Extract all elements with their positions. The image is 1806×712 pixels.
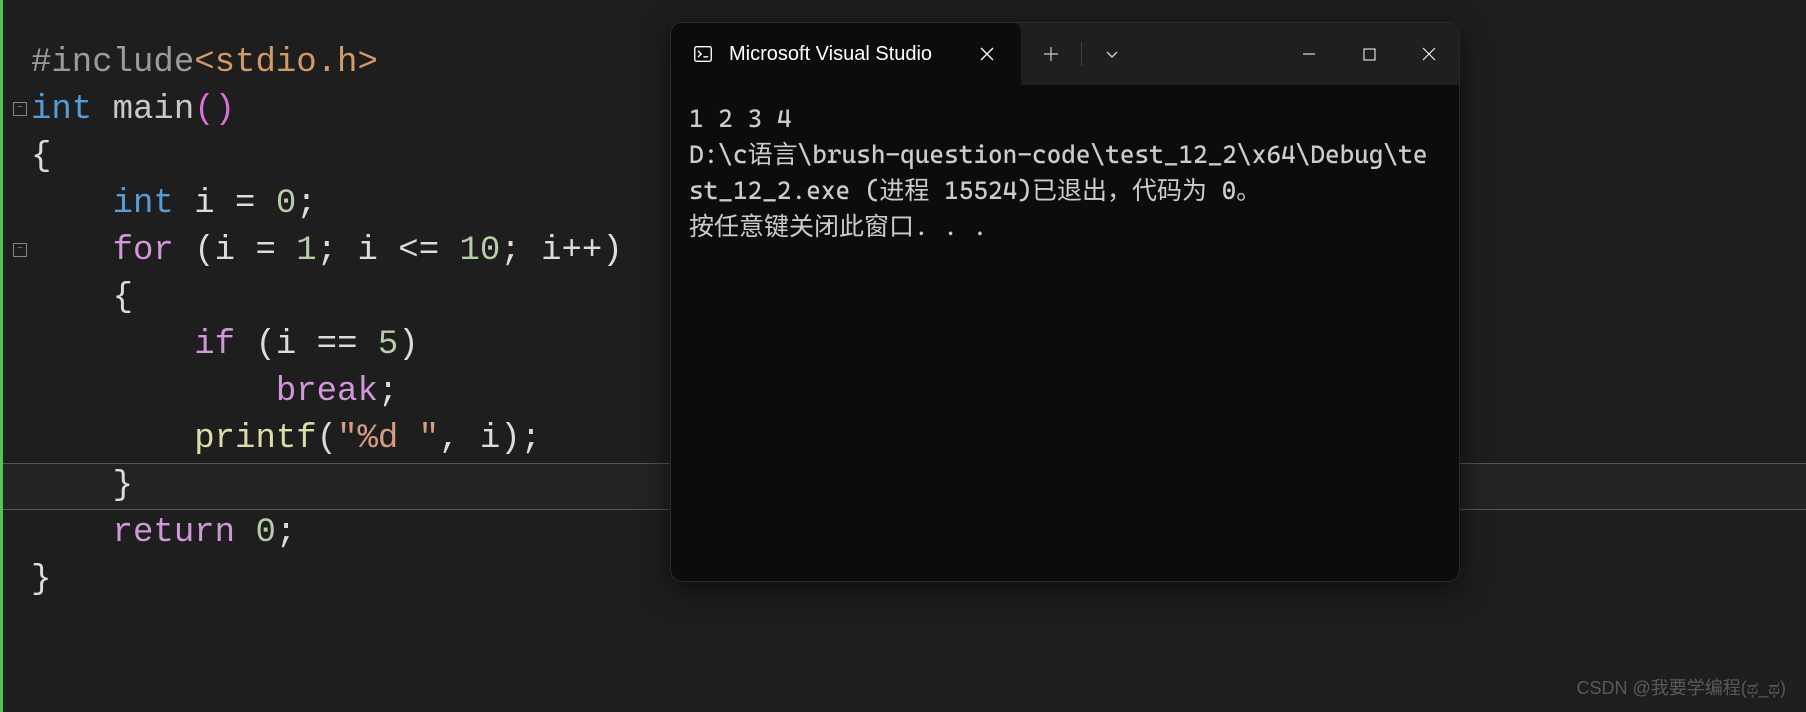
titlebar-actions: [1029, 34, 1134, 74]
console-output[interactable]: 1 2 3 4 D:\c语言\brush-question-code\test_…: [671, 85, 1459, 261]
close-window-button[interactable]: [1399, 23, 1459, 85]
dropdown-button[interactable]: [1090, 34, 1134, 74]
close-tab-button[interactable]: [973, 40, 1001, 68]
new-tab-button[interactable]: [1029, 34, 1073, 74]
output-line: 1 2 3 4: [689, 104, 792, 133]
console-window: Microsoft Visual Studio 1: [670, 22, 1460, 582]
terminal-icon: [691, 42, 715, 66]
maximize-button[interactable]: [1339, 23, 1399, 85]
fold-toggle-icon[interactable]: −: [13, 102, 27, 116]
fold-toggle-icon[interactable]: −: [13, 243, 27, 257]
watermark: CSDN @我要学编程(ಥ_ಥ): [1576, 674, 1786, 700]
window-controls: [1279, 23, 1459, 85]
console-tab[interactable]: Microsoft Visual Studio: [671, 23, 1021, 85]
divider: [1081, 42, 1082, 66]
output-line: 按任意键关闭此窗口. . .: [689, 212, 987, 241]
minimize-button[interactable]: [1279, 23, 1339, 85]
output-line: D:\c语言\brush-question-code\test_12_2\x64…: [689, 140, 1427, 205]
tab-title: Microsoft Visual Studio: [729, 43, 959, 66]
console-titlebar[interactable]: Microsoft Visual Studio: [671, 23, 1459, 85]
